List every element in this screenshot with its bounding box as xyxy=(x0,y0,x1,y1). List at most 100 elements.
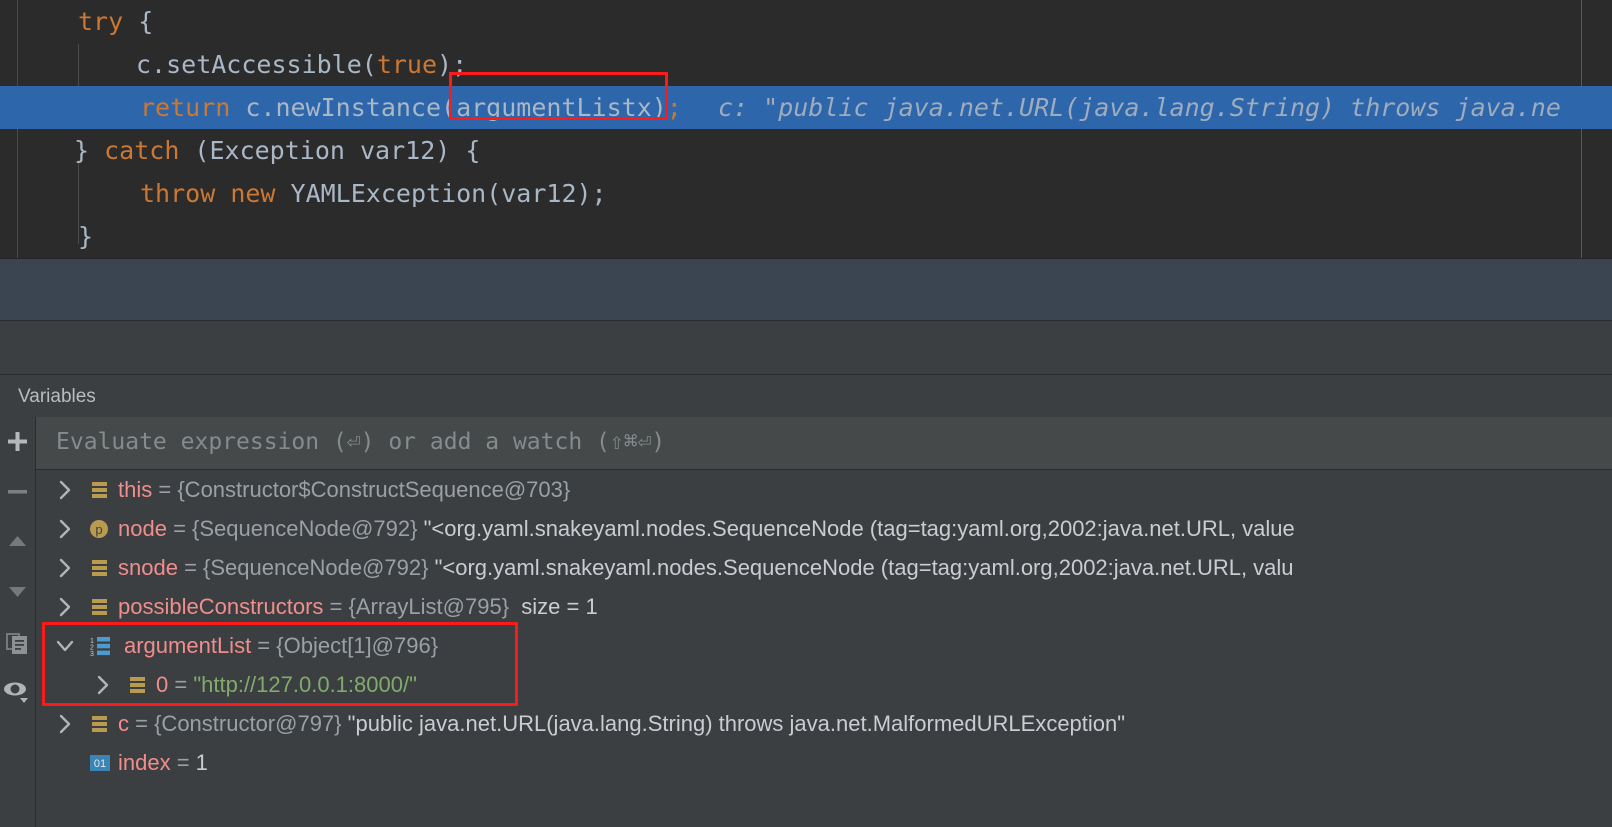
expand-toggle[interactable] xyxy=(54,557,76,579)
primitive-number-icon: 01 xyxy=(88,752,112,774)
variable-value: "<org.yaml.snakeyaml.nodes.SequenceNode … xyxy=(417,516,1295,541)
move-down-button[interactable] xyxy=(0,567,35,617)
variable-row[interactable]: snode = {SequenceNode@792} "<org.yaml.sn… xyxy=(36,548,1612,587)
variable-row[interactable]: possibleConstructors = {ArrayList@795} s… xyxy=(36,587,1612,626)
chevron-right-icon[interactable] xyxy=(54,596,76,618)
object-field-icon xyxy=(92,482,107,498)
variable-equals: = xyxy=(152,477,178,502)
chevron-right-icon[interactable] xyxy=(54,479,76,501)
variable-name: this xyxy=(118,477,153,502)
remove-watch-button[interactable] xyxy=(0,467,35,517)
svg-text:01: 01 xyxy=(94,758,106,770)
code-line-text: throw new YAMLException(var12); xyxy=(140,172,607,215)
svg-text:p: p xyxy=(95,522,102,537)
copy-value-button[interactable] xyxy=(0,617,35,667)
inline-parameter-hint: c: "public java.net.URL(java.lang.String… xyxy=(718,93,1561,122)
primitive-number-icon: 01 xyxy=(90,755,110,771)
editor-status-band xyxy=(0,258,1612,321)
expand-toggle[interactable] xyxy=(54,518,76,540)
expand-toggle[interactable] xyxy=(54,635,76,657)
chevron-right-icon[interactable] xyxy=(54,713,76,735)
code-token: try xyxy=(78,7,139,36)
variable-value: "http://127.0.0.1:8000/" xyxy=(193,672,417,697)
copy-icon xyxy=(6,633,27,654)
code-token: c.newInstance(argumentListx) xyxy=(245,93,667,122)
variable-equals: = xyxy=(177,555,204,580)
view-options-button[interactable] xyxy=(0,667,35,717)
variable-row[interactable]: 1 2 3 argumentList = {Object[1]@796} xyxy=(36,626,1612,665)
evaluate-expression-input[interactable]: Evaluate expression (⏎) or add a watch (… xyxy=(36,417,1612,470)
arrow-up-icon xyxy=(9,536,26,546)
variable-equals: = xyxy=(129,711,155,736)
expand-toggle[interactable] xyxy=(54,479,76,501)
code-line-text: try { xyxy=(78,0,153,43)
object-field-icon xyxy=(88,713,112,735)
variable-type: {Constructor@797} xyxy=(154,711,342,736)
svg-text:3: 3 xyxy=(90,651,94,657)
code-line-0[interactable]: try { xyxy=(0,0,1612,43)
object-field-icon xyxy=(126,674,150,696)
code-line-text: return c.newInstance(argumentListx); xyxy=(140,86,682,129)
code-line-3[interactable]: } catch (Exception var12) { xyxy=(0,129,1612,172)
object-field-icon xyxy=(130,677,145,693)
evaluate-placeholder: Evaluate expression (⏎) or add a watch (… xyxy=(56,429,666,455)
variable-name: c xyxy=(118,711,129,736)
move-up-button[interactable] xyxy=(0,517,35,567)
variable-row[interactable]: 01 index = 1 xyxy=(36,743,1612,782)
expand-toggle[interactable] xyxy=(92,674,114,696)
parameter-icon: p xyxy=(88,518,112,540)
variable-equals: = xyxy=(166,516,193,541)
parameter-icon: p xyxy=(90,520,108,538)
code-token: YAMLException(var12); xyxy=(290,179,607,208)
variables-tree[interactable]: this = {Constructor$ConstructSequence@70… xyxy=(36,470,1612,827)
variable-row[interactable]: 0 = "http://127.0.0.1:8000/" xyxy=(36,665,1612,704)
variable-text: 0 = "http://127.0.0.1:8000/" xyxy=(156,670,417,699)
variables-panel: Variables Evaluate expression (⏎) or add… xyxy=(0,374,1612,827)
code-line-1[interactable]: c.setAccessible(true); xyxy=(0,43,1612,86)
variable-equals: = xyxy=(168,672,194,697)
variable-row[interactable]: p node = {SequenceNode@792} "<org.yaml.sn… xyxy=(36,509,1612,548)
variable-text: c = {Constructor@797} "public java.net.U… xyxy=(118,709,1125,738)
variable-value: 1 xyxy=(195,750,208,775)
code-line-2[interactable]: return c.newInstance(argumentListx); c: "… xyxy=(0,86,1612,129)
code-token: new xyxy=(230,179,291,208)
chevron-down-icon[interactable] xyxy=(54,635,76,657)
object-field-icon xyxy=(92,599,107,615)
plus-icon xyxy=(8,432,27,451)
object-field-icon xyxy=(88,479,112,501)
expand-toggle[interactable] xyxy=(54,596,76,618)
variable-row[interactable]: c = {Constructor@797} "public java.net.U… xyxy=(36,704,1612,743)
chevron-right-icon[interactable] xyxy=(54,518,76,540)
variable-value: size = 1 xyxy=(509,594,598,619)
expand-toggle[interactable] xyxy=(54,713,76,735)
variable-type: {ArrayList@795} xyxy=(348,594,510,619)
variables-header: Variables xyxy=(0,375,1612,418)
minus-icon xyxy=(8,490,27,494)
object-field-icon xyxy=(92,716,107,732)
array-icon: 123 xyxy=(88,635,112,658)
variable-type: {Constructor$ConstructSequence@703} xyxy=(177,477,571,502)
variable-name: possibleConstructors xyxy=(118,594,324,619)
code-token: } xyxy=(78,222,94,251)
code-line-4[interactable]: throw new YAMLException(var12); xyxy=(0,172,1612,215)
chevron-right-icon[interactable] xyxy=(92,674,114,696)
variable-type: {SequenceNode@792} xyxy=(192,516,418,541)
variable-name: node xyxy=(118,516,167,541)
code-token: { xyxy=(138,7,154,36)
add-watch-button[interactable] xyxy=(0,417,35,467)
variable-text: this = {Constructor$ConstructSequence@70… xyxy=(118,475,570,504)
variable-name: snode xyxy=(118,555,178,580)
code-token: throw xyxy=(140,179,231,208)
debugger-frame-band xyxy=(0,320,1612,375)
arrow-down-icon xyxy=(9,587,26,597)
variable-name: index xyxy=(118,750,171,775)
variables-title: Variables xyxy=(18,386,96,407)
variable-text: node = {SequenceNode@792} "<org.yaml.sna… xyxy=(118,514,1295,543)
variable-row[interactable]: this = {Constructor$ConstructSequence@70… xyxy=(36,470,1612,509)
code-editor[interactable]: try {c.setAccessible(true); return c.newI… xyxy=(0,0,1612,258)
chevron-right-icon[interactable] xyxy=(54,557,76,579)
variable-name: argumentList xyxy=(124,633,252,658)
variable-equals: = xyxy=(323,594,349,619)
code-line-text: c.setAccessible(true); xyxy=(136,43,467,86)
code-line-5[interactable]: } xyxy=(0,215,1612,258)
